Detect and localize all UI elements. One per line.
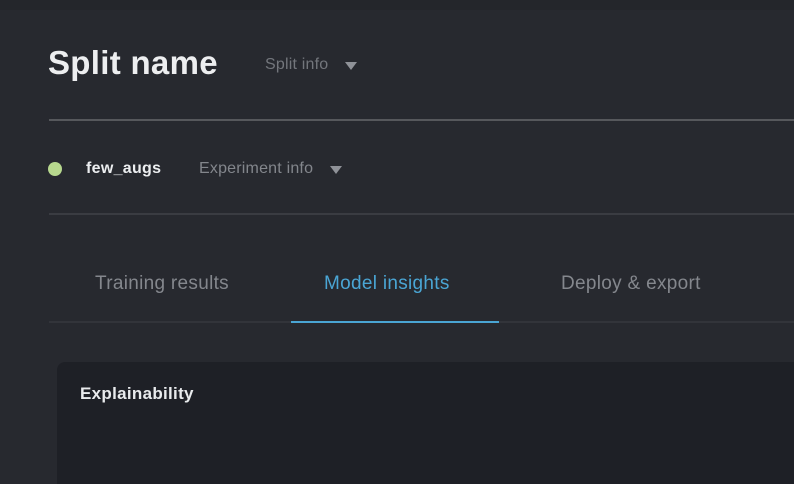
tab-bar: Training results Model insights Deploy &… bbox=[0, 270, 794, 300]
page-title: Split name bbox=[48, 44, 218, 82]
page: Split name Split info few_augs Experimen… bbox=[0, 0, 794, 484]
title-divider bbox=[49, 119, 794, 121]
active-tab-underline bbox=[291, 321, 499, 323]
tab-deploy-export[interactable]: Deploy & export bbox=[561, 273, 701, 295]
tab-model-insights[interactable]: Model insights bbox=[324, 273, 450, 295]
experiment-divider bbox=[49, 213, 794, 215]
split-info-label: Split info bbox=[265, 56, 328, 74]
chevron-down-icon bbox=[330, 166, 342, 174]
tab-training-results[interactable]: Training results bbox=[95, 273, 229, 295]
split-info-dropdown[interactable]: Split info bbox=[265, 56, 357, 74]
experiment-info-label: Experiment info bbox=[199, 160, 313, 178]
experiment-status-dot bbox=[48, 162, 62, 176]
top-bar bbox=[0, 0, 794, 10]
experiment-info-dropdown[interactable]: Experiment info bbox=[199, 160, 342, 178]
panel-title: Explainability bbox=[80, 384, 194, 404]
explainability-panel: Explainability bbox=[57, 362, 794, 484]
chevron-down-icon bbox=[345, 62, 357, 70]
experiment-name: few_augs bbox=[86, 160, 161, 178]
